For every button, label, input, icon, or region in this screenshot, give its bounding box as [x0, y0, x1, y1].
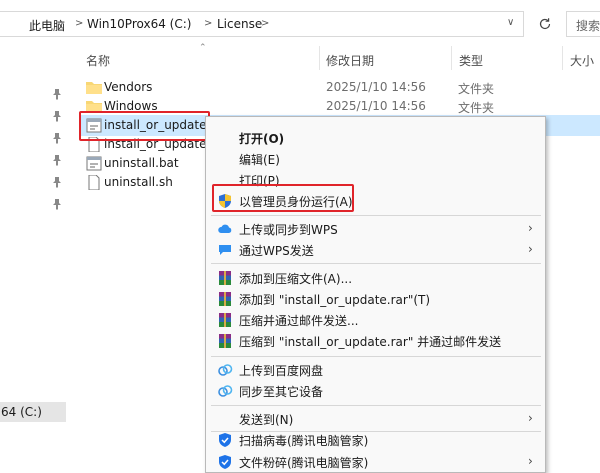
search-placeholder: 搜索: [576, 19, 600, 33]
menu-item-compress-rar-email[interactable]: 压缩到 "install_or_update.rar" 并通过邮件发送: [206, 330, 545, 351]
pin-icon: [53, 133, 61, 144]
pin-icon: [53, 199, 61, 210]
file-name: Vendors: [104, 80, 153, 94]
nav-item-drive-c[interactable]: 64 (C:): [0, 402, 66, 422]
submenu-arrow-icon: ›: [528, 411, 533, 425]
text-file-icon: [88, 175, 100, 190]
batch-file-icon: [86, 156, 102, 171]
folder-icon: [86, 82, 102, 94]
menu-item-upload-baidu[interactable]: 上传到百度网盘: [206, 359, 545, 380]
column-header-date[interactable]: 修改日期: [326, 52, 374, 69]
column-divider[interactable]: [319, 46, 320, 70]
breadcrumb-drive[interactable]: Win10Prox64 (C:): [87, 17, 191, 31]
menu-item-add-to-archive[interactable]: 添加到压缩文件(A)...: [206, 267, 545, 288]
submenu-arrow-icon: ›: [528, 454, 533, 468]
menu-item-add-to-rar[interactable]: 添加到 "install_or_update.rar"(T): [206, 288, 545, 309]
menu-separator: [211, 405, 541, 406]
baidu-sync-icon: [218, 385, 233, 397]
chevron-right-icon[interactable]: >: [261, 18, 269, 29]
address-dropdown-icon[interactable]: ∨: [507, 17, 514, 28]
menu-item-label: 通过WPS发送: [239, 244, 314, 258]
pin-icon: [53, 89, 61, 100]
address-toolbar: 此电脑 > Win10Prox64 (C:) > License > ∨ 搜索: [0, 0, 600, 46]
winrar-icon: [219, 271, 231, 285]
menu-item-label: 上传或同步到WPS: [239, 223, 338, 237]
menu-item-label: 扫描病毒(腾讯电脑管家): [239, 434, 369, 448]
chevron-right-icon[interactable]: >: [204, 18, 212, 29]
menu-item-label: 上传到百度网盘: [239, 364, 324, 378]
menu-separator: [211, 356, 541, 357]
baidu-netdisk-icon: [218, 364, 233, 376]
tencent-shield-icon: [219, 433, 231, 447]
refresh-icon: [539, 18, 551, 30]
column-divider[interactable]: [562, 46, 563, 70]
file-type: 文件夹: [458, 82, 495, 96]
menu-item-wps-send[interactable]: 通过WPS发送 ›: [206, 239, 545, 260]
search-input[interactable]: 搜索: [566, 11, 600, 37]
menu-item-label: 打开(O): [239, 132, 285, 146]
refresh-button[interactable]: [532, 11, 558, 37]
file-date: 2025/1/10 14:56: [326, 80, 426, 94]
menu-item-scan-virus[interactable]: 扫描病毒(腾讯电脑管家): [206, 429, 545, 450]
menu-item-label: 添加到 "install_or_update.rar"(T): [239, 293, 431, 307]
column-header-size[interactable]: 大小: [570, 52, 594, 69]
file-row[interactable]: Vendors 2025/1/10 14:56 文件夹: [80, 77, 600, 98]
menu-item-shred-file[interactable]: 文件粉碎(腾讯电脑管家) ›: [206, 451, 545, 472]
nav-item-label: 64 (C:): [1, 405, 42, 419]
wps-cloud-icon: [218, 224, 232, 233]
file-name: uninstall.sh: [104, 175, 173, 189]
menu-item-send-to[interactable]: 发送到(N) ›: [206, 408, 545, 429]
tencent-shield-icon: [219, 455, 231, 469]
winrar-icon: [219, 313, 231, 327]
wps-send-icon: [219, 245, 231, 255]
column-divider[interactable]: [451, 46, 452, 70]
breadcrumb-this-pc[interactable]: 此电脑: [29, 17, 65, 34]
highlight-box-file: [79, 111, 210, 141]
file-date: 2025/1/10 14:56: [326, 99, 426, 113]
navigation-pane: 64 (C:): [0, 46, 76, 473]
menu-item-wps-upload[interactable]: 上传或同步到WPS ›: [206, 218, 545, 239]
submenu-arrow-icon: ›: [528, 242, 533, 256]
pin-icon: [53, 177, 61, 188]
menu-separator: [211, 263, 541, 264]
highlight-box-run-as-admin: [212, 184, 354, 212]
file-type: 文件夹: [458, 101, 495, 115]
menu-item-sync-devices[interactable]: 同步至其它设备: [206, 380, 545, 401]
winrar-icon: [219, 334, 231, 348]
column-header-type[interactable]: 类型: [459, 52, 483, 69]
file-name: uninstall.bat: [104, 156, 179, 170]
menu-item-compress-email[interactable]: 压缩并通过邮件发送...: [206, 309, 545, 330]
menu-item-open[interactable]: 打开(O): [206, 127, 545, 148]
menu-item-label: 同步至其它设备: [239, 385, 324, 399]
menu-item-label: 压缩并通过邮件发送...: [239, 314, 359, 328]
context-menu: 打开(O) 编辑(E) 打印(P) 以管理员身份运行(A) 上传或同步到WPS …: [205, 116, 546, 473]
address-bar[interactable]: 此电脑 > Win10Prox64 (C:) > License > ∨: [0, 11, 524, 37]
sort-ascending-icon: ⌃: [199, 43, 207, 53]
menu-item-label: 压缩到 "install_or_update.rar" 并通过邮件发送: [239, 335, 502, 349]
pin-icon: [53, 111, 61, 122]
winrar-icon: [219, 292, 231, 306]
column-header-name[interactable]: 名称: [86, 52, 110, 69]
chevron-right-icon[interactable]: >: [75, 18, 83, 29]
menu-item-label: 添加到压缩文件(A)...: [239, 272, 353, 286]
menu-item-label: 编辑(E): [239, 153, 280, 167]
breadcrumb-license[interactable]: License: [217, 17, 262, 31]
menu-item-edit[interactable]: 编辑(E): [206, 148, 545, 169]
menu-item-label: 发送到(N): [239, 413, 294, 427]
menu-separator: [211, 215, 541, 216]
menu-item-label: 文件粉碎(腾讯电脑管家): [239, 456, 369, 470]
pin-icon: [53, 155, 61, 166]
submenu-arrow-icon: ›: [528, 221, 533, 235]
